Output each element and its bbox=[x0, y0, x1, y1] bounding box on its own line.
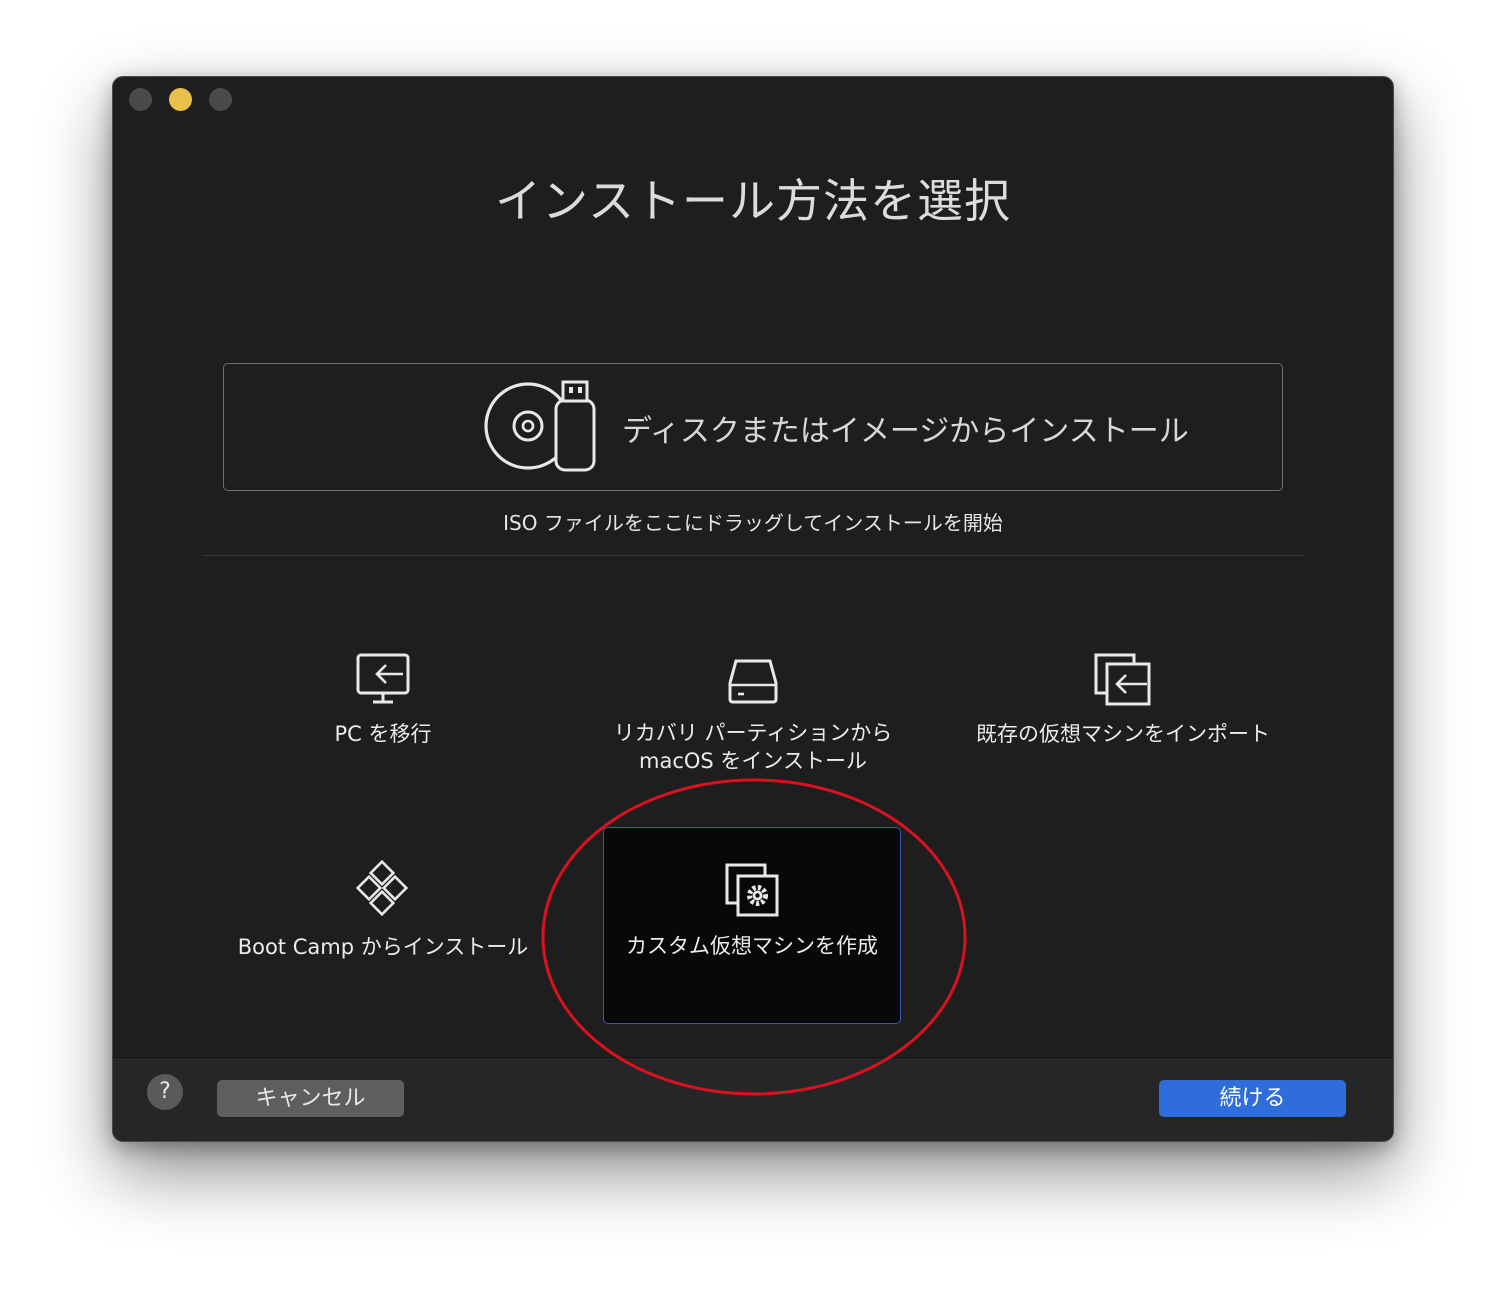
import-vm-label: 既存の仮想マシンをインポート bbox=[976, 722, 1270, 746]
continue-button[interactable]: 続ける bbox=[1159, 1080, 1346, 1117]
iso-drag-hint: ISO ファイルをここにドラッグしてインストールを開始 bbox=[503, 511, 1003, 535]
custom-vm-gear-icon bbox=[725, 863, 779, 917]
install-from-disk-label: ディスクまたはイメージからインストール bbox=[622, 414, 1189, 449]
installation-assistant-window: インストール方法を選択 ディスクまたはイメージからインストール ISO ファイル… bbox=[112, 76, 1394, 1142]
minimize-window-button[interactable] bbox=[169, 88, 192, 111]
custom-vm-option[interactable]: カスタム仮想マシンを作成 bbox=[603, 827, 901, 1024]
import-vm-icon bbox=[1094, 653, 1151, 706]
migrate-pc-label: PC を移行 bbox=[334, 722, 432, 746]
divider bbox=[203, 555, 1303, 556]
zoom-window-button[interactable] bbox=[209, 88, 232, 111]
disc-usb-icon bbox=[484, 380, 596, 472]
recovery-label-line2: macOS をインストール bbox=[639, 749, 867, 773]
custom-vm-label: カスタム仮想マシンを作成 bbox=[626, 934, 878, 958]
bootcamp-diamond-icon bbox=[355, 859, 409, 917]
hard-drive-icon bbox=[728, 659, 778, 704]
recovery-partition-option[interactable]: リカバリ パーティションから macOS をインストール bbox=[593, 657, 913, 775]
footer-bar: ? キャンセル 続ける bbox=[113, 1057, 1393, 1141]
recovery-label-line1: リカバリ パーティションから bbox=[613, 721, 893, 745]
install-from-disk-button[interactable]: ディスクまたはイメージからインストール bbox=[223, 363, 1283, 491]
bootcamp-label: Boot Camp からインストール bbox=[237, 935, 529, 959]
page-title: インストール方法を選択 bbox=[494, 174, 1012, 228]
help-button[interactable]: ? bbox=[147, 1074, 183, 1110]
migrate-pc-option[interactable]: PC を移行 bbox=[263, 652, 503, 748]
import-vm-option[interactable]: 既存の仮想マシンをインポート bbox=[973, 652, 1273, 748]
monitor-arrow-icon bbox=[356, 653, 410, 704]
bootcamp-option[interactable]: Boot Camp からインストール bbox=[223, 859, 543, 961]
cancel-button[interactable]: キャンセル bbox=[217, 1080, 404, 1117]
close-window-button[interactable] bbox=[129, 88, 152, 111]
